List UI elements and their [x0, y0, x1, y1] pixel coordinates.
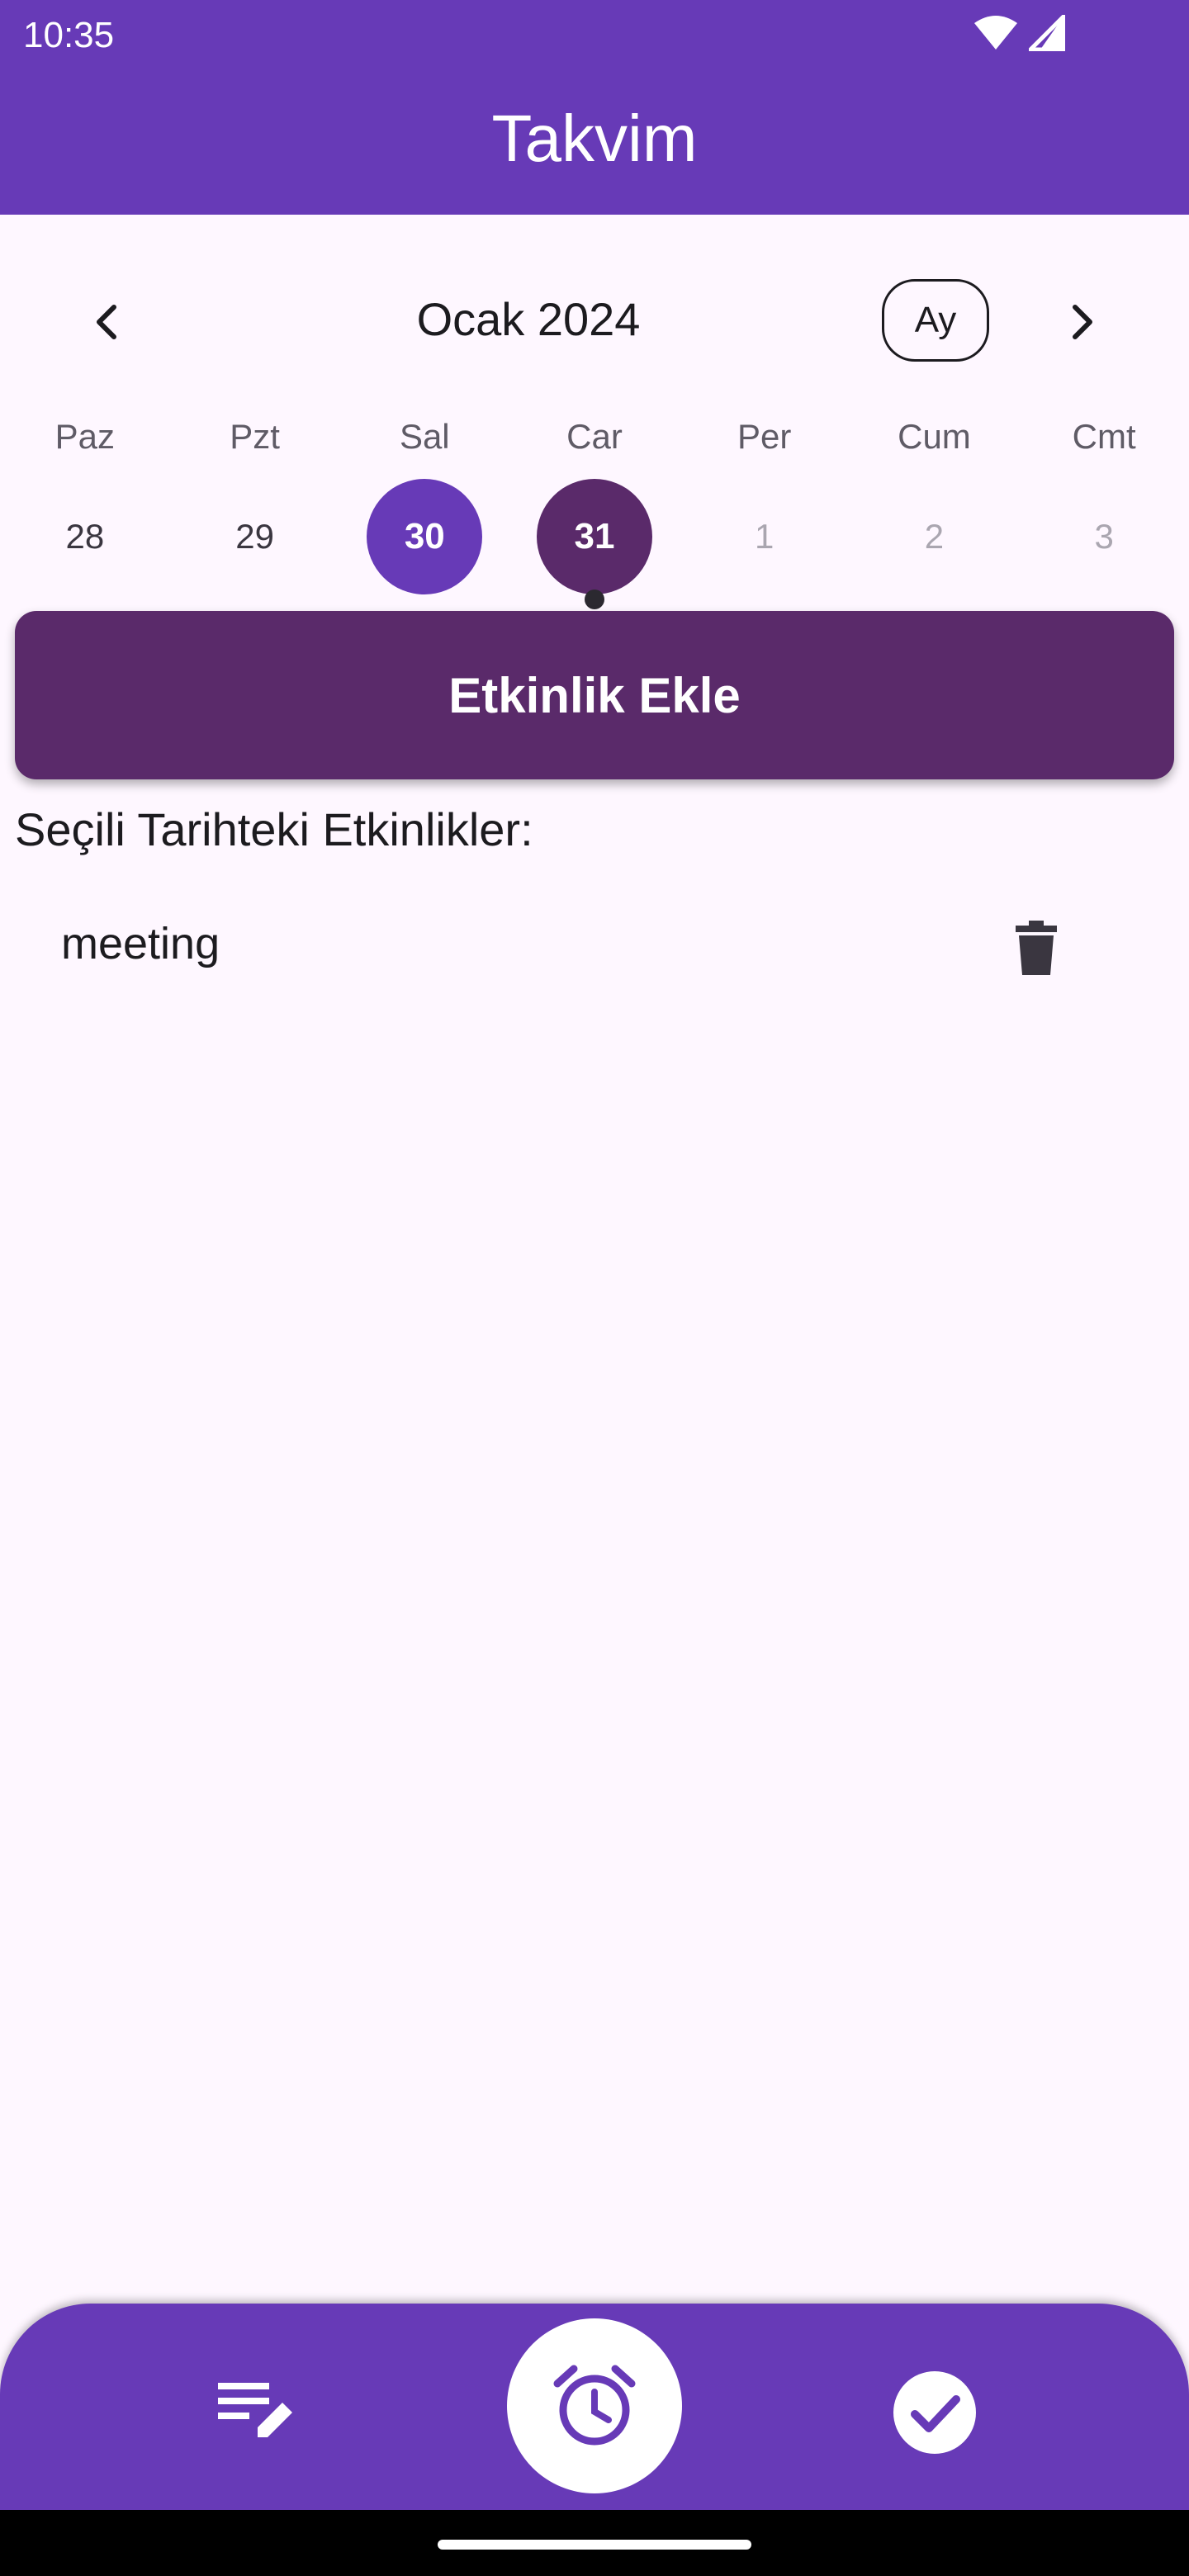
- day-number: 2: [924, 517, 945, 556]
- alarm-icon: [553, 2365, 636, 2446]
- month-label: Ocak 2024: [416, 293, 641, 345]
- notes-icon: [218, 2383, 292, 2437]
- status-time: 10:35: [23, 15, 115, 55]
- calendar-header: Ocak 2024 Ay: [0, 272, 1189, 372]
- next-month-button[interactable]: [1049, 289, 1115, 355]
- nav-alarm-button[interactable]: [507, 2318, 682, 2493]
- selected-day-marker: 31: [537, 479, 653, 594]
- system-gesture-bar: [0, 2510, 1189, 2576]
- weekday-label: Pzt: [230, 417, 280, 456]
- day-number: 3: [1094, 517, 1114, 556]
- events-heading: Seçili Tarihteki Etkinlikler:: [15, 803, 533, 855]
- weekday-label: Paz: [54, 417, 116, 456]
- app-bar: 10:35 Takvim: [0, 0, 1189, 215]
- bottom-navigation: [0, 2304, 1189, 2510]
- calendar-week-row: 28 29 30 31 1 2 3: [0, 479, 1189, 609]
- event-title: meeting: [61, 919, 220, 968]
- today-marker: 30: [367, 479, 483, 594]
- calendar-day[interactable]: 2: [850, 479, 1020, 594]
- calendar-day[interactable]: 28: [0, 479, 170, 594]
- weekday-label: Cmt: [1072, 417, 1136, 456]
- calendar-day[interactable]: 1: [680, 479, 850, 594]
- nav-notes-button[interactable]: [206, 2361, 306, 2460]
- day-number: 1: [755, 517, 775, 556]
- previous-month-button[interactable]: [74, 289, 140, 355]
- calendar-day-selected[interactable]: 31: [509, 479, 680, 609]
- day-number: 29: [235, 517, 274, 556]
- signal-icon: [1029, 15, 1065, 51]
- weekday-label: Car: [566, 417, 623, 456]
- nav-tasks-button[interactable]: [883, 2361, 986, 2464]
- weekday-label: Per: [737, 417, 792, 456]
- weekday-label: Sal: [399, 417, 450, 456]
- calendar-day[interactable]: 29: [170, 479, 340, 594]
- calendar-day-today[interactable]: 30: [339, 479, 509, 594]
- chevron-left-icon: [97, 305, 116, 339]
- calendar-day[interactable]: 3: [1019, 479, 1189, 594]
- event-indicator-dot: [585, 590, 605, 609]
- delete-event-button[interactable]: [1003, 915, 1069, 981]
- event-list-item[interactable]: meeting: [0, 900, 1189, 991]
- status-icons: [973, 15, 1065, 51]
- trash-icon: [1016, 921, 1057, 975]
- day-number: 28: [65, 517, 105, 556]
- weekday-label: Cum: [898, 417, 971, 456]
- page-title: Takvim: [491, 102, 698, 175]
- wifi-icon: [974, 16, 1017, 50]
- home-handle[interactable]: [438, 2540, 751, 2550]
- calendar-format-button[interactable]: Ay: [882, 279, 989, 362]
- chevron-right-icon: [1073, 305, 1092, 339]
- check-icon: [893, 2371, 976, 2454]
- add-event-button[interactable]: Etkinlik Ekle: [15, 611, 1174, 779]
- weekday-header-row: Paz Pzt Sal Car Per Cum Cmt: [0, 417, 1189, 457]
